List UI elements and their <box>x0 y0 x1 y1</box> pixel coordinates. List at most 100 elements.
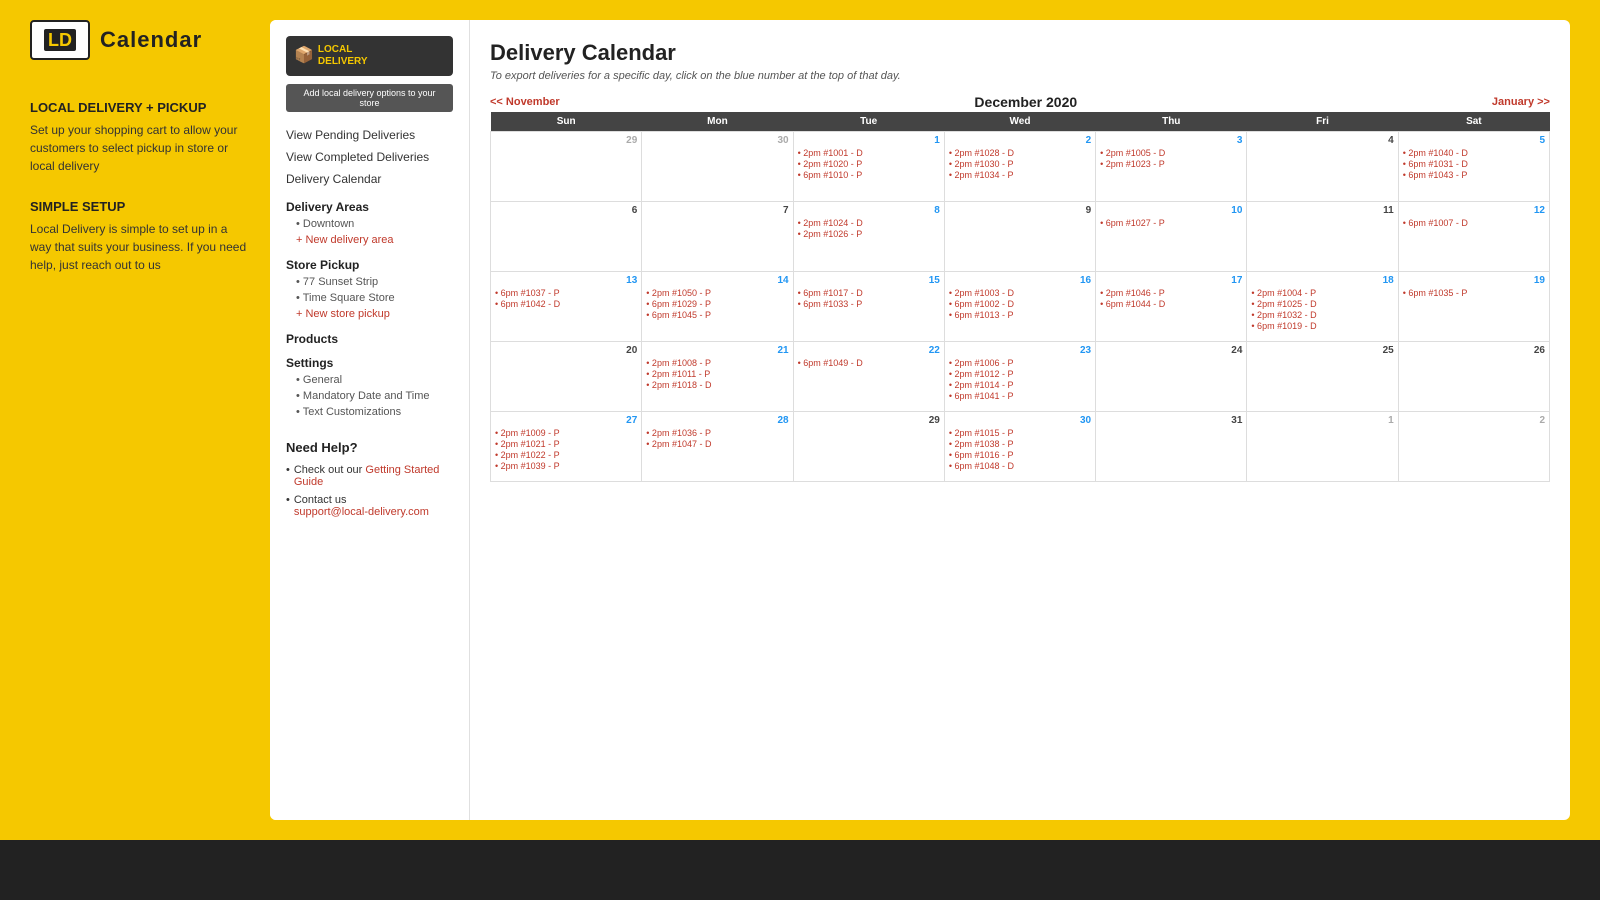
day-number: 30 <box>646 135 788 146</box>
day-number[interactable]: 16 <box>949 275 1091 286</box>
day-number[interactable]: 19 <box>1403 275 1545 286</box>
store-pickup-item-1: • 77 Sunset Strip <box>286 274 453 290</box>
calendar-event: • 2pm #1021 - P <box>495 439 637 449</box>
calendar-event: • 2pm #1050 - P <box>646 288 788 298</box>
calendar-cell: 2 <box>1398 412 1549 482</box>
card-logo-line1: LOCAL <box>318 44 368 56</box>
calendar-title: Delivery Calendar <box>490 40 1550 66</box>
calendar-event: • 2pm #1008 - P <box>646 358 788 368</box>
day-number[interactable]: 5 <box>1403 135 1545 146</box>
contact-item: • Contact ussupport@local-delivery.com <box>286 491 453 521</box>
local-delivery-section: LOCAL DELIVERY + PICKUP Set up your shop… <box>30 100 250 175</box>
day-number[interactable]: 1 <box>798 135 940 146</box>
delivery-area-downtown: • Downtown <box>286 216 453 232</box>
calendar-event: • 6pm #1044 - D <box>1100 299 1242 309</box>
calendar-event: • 6pm #1010 - P <box>798 170 940 180</box>
day-number[interactable]: 27 <box>495 415 637 426</box>
calendar-event: • 2pm #1003 - D <box>949 288 1091 298</box>
calendar-event: • 2pm #1024 - D <box>798 218 940 228</box>
calendar-cell: 1 <box>1247 412 1398 482</box>
day-number[interactable]: 21 <box>646 345 788 356</box>
calendar-event: • 2pm #1020 - P <box>798 159 940 169</box>
day-number[interactable]: 10 <box>1100 205 1242 216</box>
calendar-cell: 31 <box>1096 412 1247 482</box>
calendar-event: • 6pm #1048 - D <box>949 461 1091 471</box>
calendar-cell: 17 • 2pm #1046 - P• 6pm #1044 - D <box>1096 272 1247 342</box>
day-number[interactable]: 8 <box>798 205 940 216</box>
add-store-pickup-link[interactable]: + New store pickup <box>286 306 453 322</box>
day-number[interactable]: 23 <box>949 345 1091 356</box>
day-number[interactable]: 18 <box>1251 275 1393 286</box>
calendar-event: • 6pm #1031 - D <box>1403 159 1545 169</box>
simple-setup-heading: SIMPLE SETUP <box>30 199 250 214</box>
card-sidebar: 📦 LOCAL DELIVERY Add local delivery opti… <box>270 20 470 820</box>
prev-month-link[interactable]: << November <box>490 96 560 108</box>
settings-text-customizations: • Text Customizations <box>286 404 453 420</box>
day-number[interactable]: 22 <box>798 345 940 356</box>
calendar-cell: 29 <box>793 412 944 482</box>
calendar-cell: 29 <box>491 132 642 202</box>
calendar-cell: 5• 2pm #1040 - D• 6pm #1031 - D• 6pm #10… <box>1398 132 1549 202</box>
cal-header-sat: Sat <box>1398 112 1549 132</box>
day-number[interactable]: 17 <box>1100 275 1242 286</box>
calendar-cell: 19• 6pm #1035 - P <box>1398 272 1549 342</box>
settings-mandatory-date: • Mandatory Date and Time <box>286 388 453 404</box>
calendar-event: • 2pm #1028 - D <box>949 148 1091 158</box>
day-number: 1 <box>1251 415 1393 426</box>
day-number: 2 <box>1403 415 1545 426</box>
calendar-event: • 2pm #1009 - P <box>495 428 637 438</box>
logo-icon: LD <box>30 20 90 60</box>
calendar-event: • 6pm #1049 - D <box>798 358 940 368</box>
cal-header-mon: Mon <box>642 112 793 132</box>
getting-started-link[interactable]: Getting Started Guide <box>294 464 440 488</box>
view-completed-deliveries-link[interactable]: View Completed Deliveries <box>286 146 453 168</box>
calendar-cell: 27• 2pm #1009 - P• 2pm #1021 - P• 2pm #1… <box>491 412 642 482</box>
day-number: 25 <box>1251 345 1393 356</box>
footer <box>0 840 1600 900</box>
calendar-event: • 6pm #1027 - P <box>1100 218 1242 228</box>
day-number: 31 <box>1100 415 1242 426</box>
day-number[interactable]: 13 <box>495 275 637 286</box>
store-pickup-title: Store Pickup <box>286 258 453 272</box>
calendar-event: • 6pm #1045 - P <box>646 310 788 320</box>
calendar-event: • 6pm #1013 - P <box>949 310 1091 320</box>
calendar-cell: 6 <box>491 202 642 272</box>
next-month-link[interactable]: January >> <box>1492 96 1550 108</box>
support-email-link[interactable]: support@local-delivery.com <box>294 506 429 518</box>
calendar-event: • 2pm #1006 - P <box>949 358 1091 368</box>
view-pending-deliveries-link[interactable]: View Pending Deliveries <box>286 124 453 146</box>
calendar-cell: 11 <box>1247 202 1398 272</box>
delivery-calendar-link[interactable]: Delivery Calendar <box>286 168 453 190</box>
calendar-cell: 12• 6pm #1007 - D <box>1398 202 1549 272</box>
day-number[interactable]: 2 <box>949 135 1091 146</box>
day-number[interactable]: 12 <box>1403 205 1545 216</box>
calendar-cell: 30• 2pm #1015 - P• 2pm #1038 - P• 6pm #1… <box>944 412 1095 482</box>
day-number[interactable]: 30 <box>949 415 1091 426</box>
calendar-event: • 2pm #1038 - P <box>949 439 1091 449</box>
calendar-event: • 2pm #1004 - P <box>1251 288 1393 298</box>
local-delivery-heading: LOCAL DELIVERY + PICKUP <box>30 100 250 115</box>
day-number[interactable]: 15 <box>798 275 940 286</box>
day-number[interactable]: 14 <box>646 275 788 286</box>
calendar-table: SunMonTueWedThuFriSat 29301• 2pm #1001 -… <box>490 112 1550 482</box>
add-local-delivery-button[interactable]: Add local delivery options to your store <box>286 84 453 112</box>
day-number: 11 <box>1251 205 1393 216</box>
simple-setup-text: Local Delivery is simple to set up in a … <box>30 220 250 274</box>
calendar-week-1: 678• 2pm #1024 - D• 2pm #1026 - P910• 6p… <box>491 202 1550 272</box>
add-delivery-area-link[interactable]: + New delivery area <box>286 232 453 248</box>
day-number[interactable]: 3 <box>1100 135 1242 146</box>
need-help-section: Need Help? • Check out our Getting Start… <box>286 440 453 521</box>
calendar-event: • 2pm #1046 - P <box>1100 288 1242 298</box>
day-number[interactable]: 28 <box>646 415 788 426</box>
white-card: 📦 LOCAL DELIVERY Add local delivery opti… <box>270 20 1570 820</box>
calendar-cell: 21• 2pm #1008 - P• 2pm #1011 - P• 2pm #1… <box>642 342 793 412</box>
card-logo-icon: 📦 <box>294 46 314 65</box>
calendar-cell: 10 • 6pm #1027 - P <box>1096 202 1247 272</box>
calendar-event: • 6pm #1042 - D <box>495 299 637 309</box>
delivery-areas-title: Delivery Areas <box>286 200 453 214</box>
card-logo-line2: DELIVERY <box>318 56 368 68</box>
calendar-event: • 2pm #1001 - D <box>798 148 940 158</box>
day-number: 26 <box>1403 345 1545 356</box>
calendar-event: • 2pm #1014 - P <box>949 380 1091 390</box>
calendar-event: • 2pm #1030 - P <box>949 159 1091 169</box>
